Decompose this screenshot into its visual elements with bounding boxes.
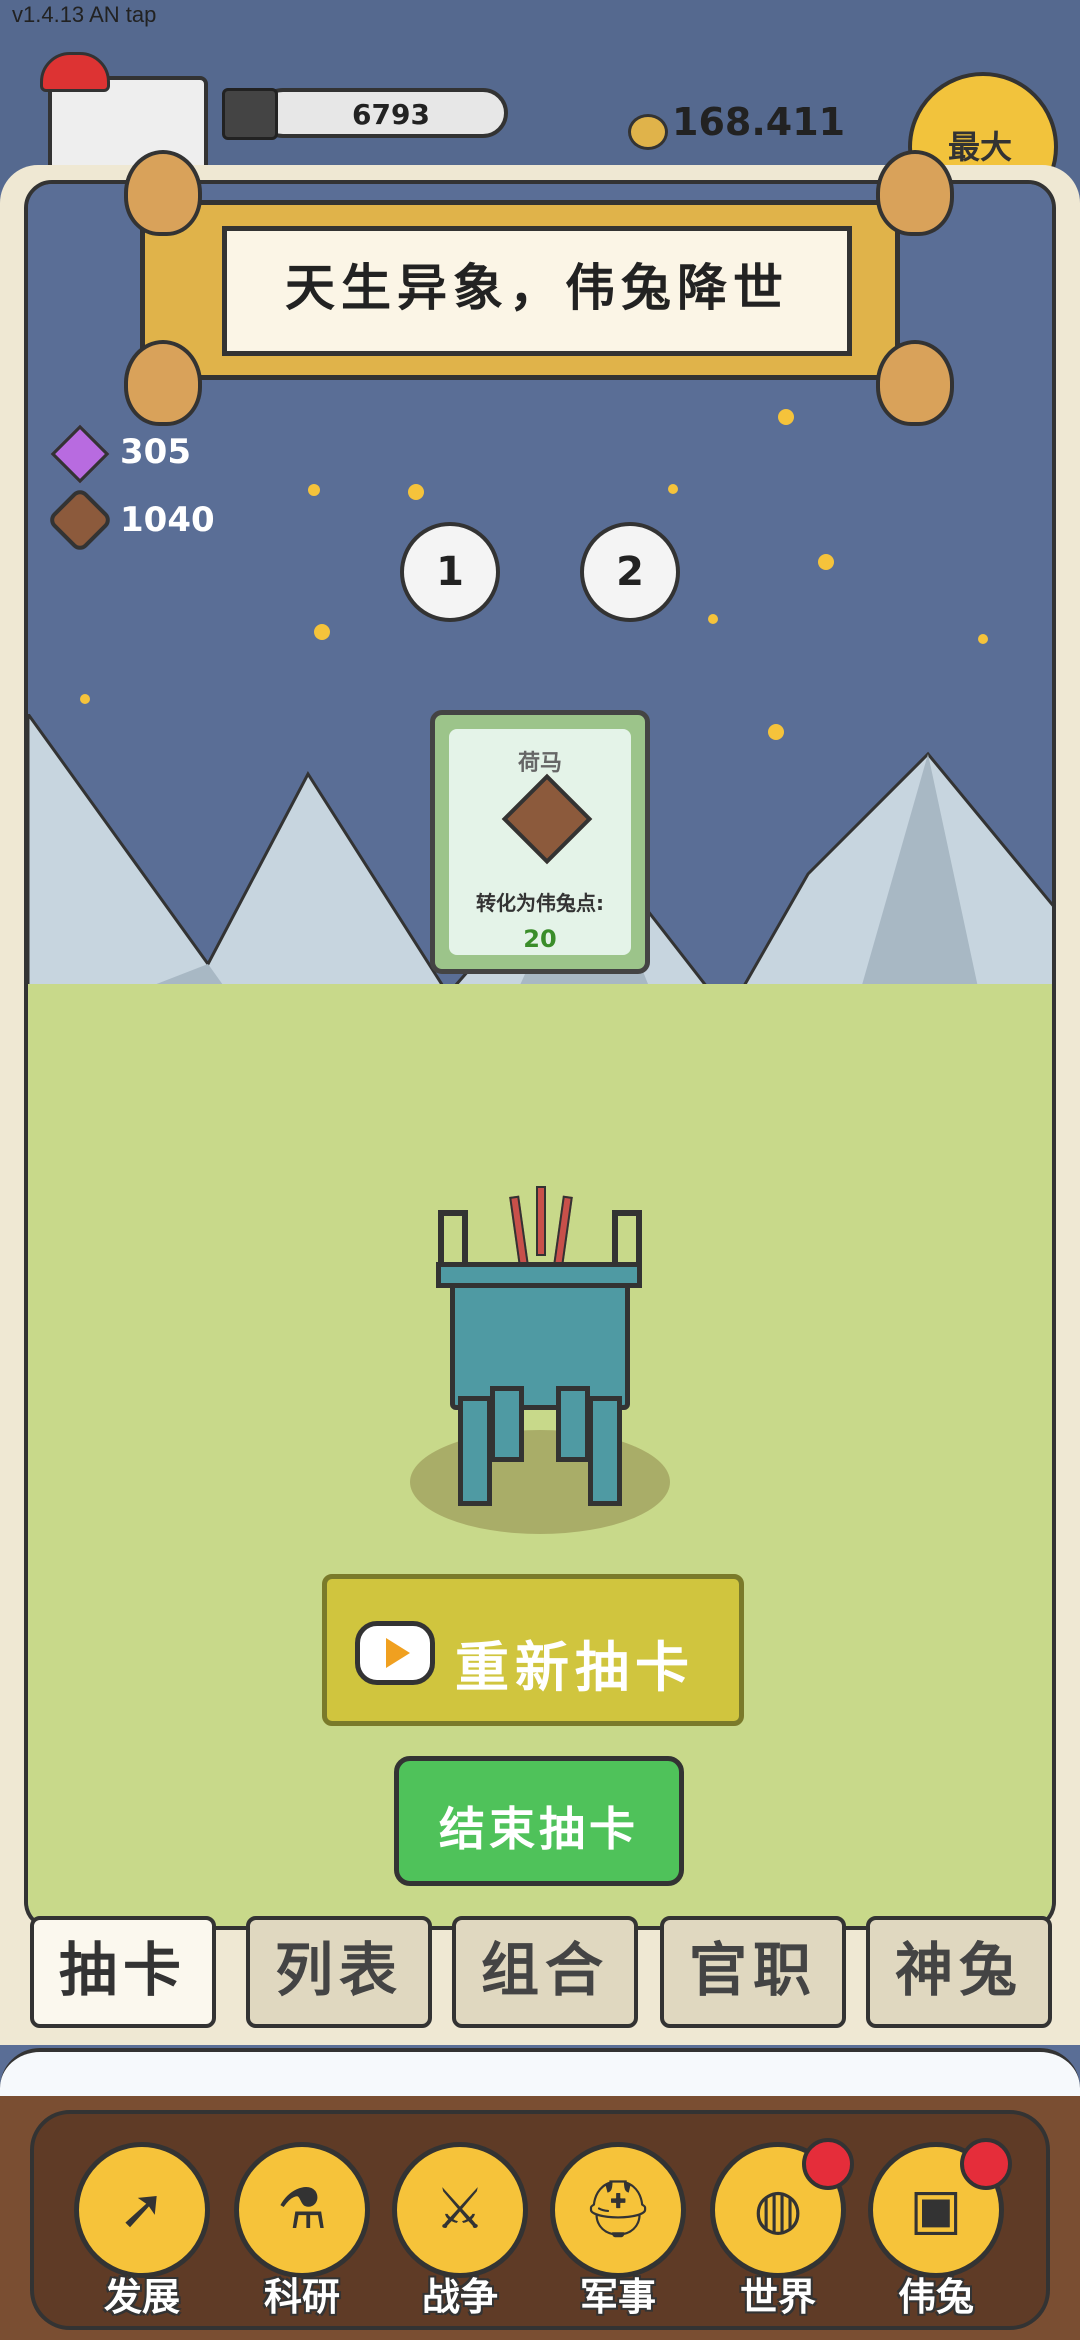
nav-label: 发展 (103, 2275, 180, 2319)
coin-amount: 168.411 (672, 100, 846, 144)
nav-war[interactable]: ⚔ 战争 (390, 2142, 530, 2332)
star (80, 694, 90, 704)
drawn-card[interactable]: 荷马 转化为伟兔点: 20 (430, 710, 650, 974)
star (708, 614, 718, 624)
star (668, 484, 678, 494)
nav-label: 科研 (263, 2275, 340, 2319)
draw-round-1[interactable]: 1 (400, 522, 500, 622)
cauldron-ear (438, 1210, 468, 1266)
gem-count: 305 (120, 432, 191, 472)
bars-counter: 6793 (258, 88, 508, 138)
tab-bar: 抽卡 列表 组合 官职 神兔 (30, 1916, 1060, 2028)
cauldron-leg (490, 1386, 524, 1462)
scroll-knob (124, 340, 202, 426)
nav-label: 伟兔 (897, 2275, 974, 2319)
nav-develop[interactable]: ➚ 发展 (72, 2142, 212, 2332)
tab-divine-rabbit[interactable]: 神兔 (866, 1916, 1052, 2028)
cauldron-leg (588, 1396, 622, 1506)
arrow-up-icon: ➚ (74, 2142, 210, 2278)
version-label: v1.4.13 AN tap (12, 2, 157, 27)
scroll-knob (124, 150, 202, 236)
chip-count: 1040 (120, 500, 215, 540)
notification-badge (802, 2138, 854, 2190)
card-face: 荷马 转化为伟兔点: 20 (449, 729, 631, 955)
nav-research[interactable]: ⚗ 科研 (232, 2142, 372, 2332)
cauldron-shadow (410, 1430, 670, 1534)
page-title: 天生异象，伟兔降世 (285, 259, 789, 317)
star (308, 484, 320, 496)
flask-icon: ⚗ (234, 2142, 370, 2278)
redraw-button[interactable]: 重新抽卡 (322, 1574, 744, 1726)
video-play-icon (355, 1621, 435, 1685)
rabbit-chip-icon (501, 773, 593, 865)
notification-badge (960, 2138, 1012, 2190)
end-draw-button-label: 结束抽卡 (439, 1802, 639, 1856)
tab-combo[interactable]: 组合 (452, 1916, 638, 2028)
star (778, 409, 794, 425)
card-name: 荷马 (517, 751, 562, 776)
card-caption: 转化为伟兔点: (476, 891, 604, 915)
star (978, 634, 988, 644)
nav-label: 军事 (579, 2275, 656, 2319)
tab-list[interactable]: 列表 (246, 1916, 432, 2028)
tab-office[interactable]: 官职 (660, 1916, 846, 2028)
star (314, 624, 330, 640)
cauldron-leg (458, 1396, 492, 1506)
nav-label: 世界 (739, 2275, 816, 2319)
card-points: 20 (523, 925, 557, 953)
helmet-icon: ⛑ (550, 2142, 686, 2278)
star (818, 554, 834, 570)
star (408, 484, 424, 500)
max-button-label: 最大 (948, 128, 1013, 166)
hat-icon (40, 52, 110, 92)
coin-icon (628, 114, 668, 150)
nav-label: 战争 (421, 2275, 498, 2319)
scroll-knob (876, 150, 954, 236)
cauldron-rim (436, 1262, 642, 1288)
draw-round-2[interactable]: 2 (580, 522, 680, 622)
scroll-knob (876, 340, 954, 426)
cauldron-ear (612, 1210, 642, 1266)
bars-amount: 6793 (352, 98, 430, 131)
tab-draw[interactable]: 抽卡 (30, 1916, 216, 2028)
end-draw-button[interactable]: 结束抽卡 (394, 1756, 684, 1886)
redraw-button-label: 重新抽卡 (455, 1636, 695, 1699)
nav-military[interactable]: ⛑ 军事 (548, 2142, 688, 2332)
cauldron-leg (556, 1386, 590, 1462)
incense-stick (536, 1186, 546, 1256)
bronze-cauldron-icon (450, 1270, 630, 1410)
swords-icon: ⚔ (392, 2142, 528, 2278)
iron-bars-icon (222, 88, 278, 140)
